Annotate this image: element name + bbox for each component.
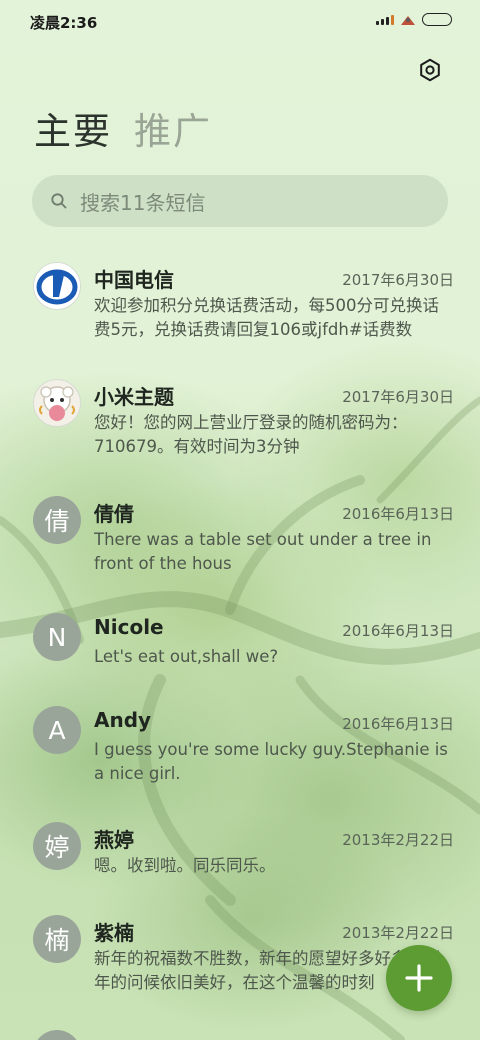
search-icon [51,193,67,209]
conversation-item-yanting[interactable]: 婷 燕婷 2013年2月22日 嗯。收到啦。同乐同乐。 [0,812,480,902]
conversation-item-nicole[interactable]: N Nicole 2016年6月13日 Let's eat out,shall … [0,603,480,693]
avatar: 楠 [33,915,81,963]
message-date: 2016年6月13日 [342,505,454,523]
message-date: 2016年6月13日 [342,715,454,733]
avatar: N [33,613,81,661]
message-preview: I guess you're some lucky guy.Stephanie … [94,740,448,783]
plus-icon [405,964,433,992]
message-date: 2017年6月30日 [342,388,454,406]
contact-name: 紫楠 [94,921,134,945]
avatar: A [33,706,81,754]
gear-icon [420,58,440,82]
conversation-item-qianqian[interactable]: 倩 倩倩 2016年6月13日 There was a table set ou… [0,486,480,586]
avatar [33,1030,81,1040]
search-input[interactable]: 搜索11条短信 [32,175,448,227]
china-telecom-logo-icon [36,269,78,305]
conversation-item-mi-theme[interactable]: 小米主题 2017年6月30日 您好！您的网上营业厅登录的随机密码为：71067… [0,369,480,469]
notification-icon [401,15,415,25]
mi-theme-logo-avatar [33,379,81,427]
contact-name: 倩倩 [94,502,134,526]
conversation-item-andy[interactable]: A Andy 2016年6月13日 I guess you're some lu… [0,696,480,796]
category-tabs: 主要 推广 [34,108,212,156]
search-placeholder: 搜索11条短信 [80,190,206,215]
message-preview: Let's eat out,shall we? [94,647,279,666]
tab-primary[interactable]: 主要 [34,108,112,156]
message-date: 2013年2月22日 [342,831,454,849]
conversation-item-china-telecom[interactable]: 中国电信 2017年6月30日 欢迎参加积分兑换话费活动，每500分可兑换话费5… [0,252,480,352]
signal-icon [376,14,394,25]
status-bar: 凌晨2:36 [0,0,480,44]
message-date: 2016年6月13日 [342,622,454,640]
avatar: 婷 [33,822,81,870]
tab-promotions[interactable]: 推广 [134,108,212,156]
battery-icon [422,13,452,26]
message-preview: There was a table set out under a tree i… [94,530,432,573]
contact-name: 中国电信 [94,268,174,292]
message-date: 2017年6月30日 [342,271,454,289]
china-telecom-logo-avatar [33,262,81,310]
avatar: 倩 [33,496,81,544]
message-date: 2013年2月22日 [342,924,454,942]
contact-name: 小米主题 [94,385,174,409]
status-time: 凌晨2:36 [30,14,98,32]
contact-name: Nicole [94,615,164,639]
compose-button[interactable] [386,945,452,1011]
contact-name: 燕婷 [94,828,134,852]
conversation-item-partial[interactable] [0,1022,480,1040]
message-preview: 您好！您的网上营业厅登录的随机密码为：710679。有效时间为3分钟 [94,413,408,456]
message-preview: 嗯。收到啦。同乐同乐。 [94,856,276,875]
message-preview: 欢迎参加积分兑换话费活动，每500分可兑换话费5元，兑换话费请回复106或jfd… [94,296,439,339]
settings-button[interactable] [414,54,446,86]
contact-name: Andy [94,708,152,732]
status-icons [376,13,452,26]
sheep-mascot-icon [39,386,75,421]
